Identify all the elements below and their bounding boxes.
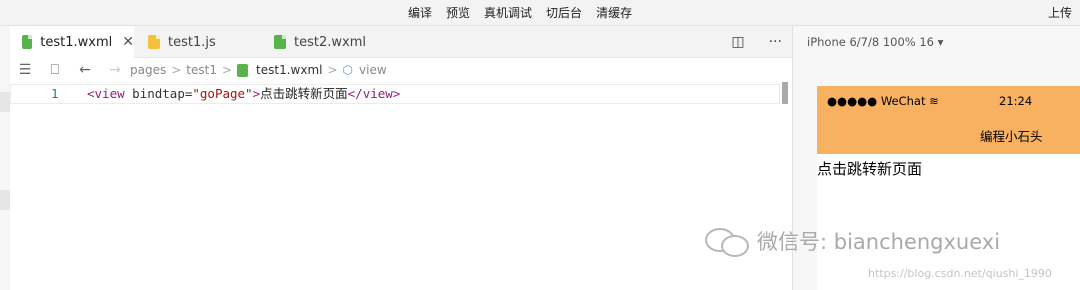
line-number: 1 (51, 86, 59, 101)
code-editor: test1.wxml ✕ test1.js test2.wxml ◫ ··· ☰… (10, 26, 792, 290)
tab-label: test2.wxml (294, 34, 366, 50)
tab-tools: ◫ ··· (731, 26, 782, 58)
code-end-tag: </view> (347, 86, 401, 101)
code-text-content: 点击跳转新页面 (260, 86, 348, 101)
breadcrumb-separator: > (221, 63, 233, 77)
tab-label: test1.js (168, 34, 216, 50)
wifi-icon: ≋ (929, 94, 939, 108)
wechat-watermark: 微信号: bianchengxuexi (705, 226, 1001, 257)
background-button[interactable]: 切后台 (546, 0, 582, 26)
code-text[interactable]: <view bindtap="goPage">点击跳转新页面</view> (87, 85, 400, 103)
wxml-file-icon (274, 35, 286, 49)
top-toolbar: 编译 预览 真机调试 切后台 清缓存 上传 (0, 0, 1080, 26)
page-title: 编程小石头 (980, 129, 1043, 144)
bookmark-icon[interactable]: ⎕ (40, 62, 70, 78)
scrollbar-marker[interactable] (782, 82, 788, 104)
wxml-file-icon (237, 63, 249, 77)
editor-tab-bar: test1.wxml ✕ test1.js test2.wxml ◫ ··· (10, 26, 792, 58)
left-edge-highlight (0, 92, 10, 112)
js-file-icon (148, 35, 160, 49)
status-time: 21:24 (999, 94, 1033, 108)
split-editor-icon[interactable]: ◫ (731, 34, 744, 50)
csdn-watermark: https://blog.csdn.net/qiushi_1990 (868, 267, 1052, 280)
upload-button[interactable]: 上传 (1048, 0, 1072, 26)
close-icon[interactable]: ✕ (122, 34, 134, 50)
breadcrumb-item[interactable]: test1 (186, 63, 217, 77)
go-page-text[interactable]: 点击跳转新页面 (817, 158, 922, 179)
wechat-icon (705, 226, 749, 257)
signal-text: ●●●●● WeChat (827, 94, 926, 108)
device-selector[interactable]: iPhone 6/7/8 100% 16 ▾ (807, 26, 943, 58)
tab-test2-wxml[interactable]: test2.wxml (262, 26, 386, 58)
watermark-text: 微信号: bianchengxuexi (757, 230, 1001, 254)
forward-arrow-icon[interactable]: → (100, 62, 130, 78)
breadcrumb-item[interactable]: view (359, 63, 387, 77)
left-edge-highlight (0, 190, 10, 210)
signal-status: ●●●●● WeChat ≋ (827, 94, 939, 108)
code-tag-close: > (252, 86, 261, 101)
breadcrumb-separator: > (327, 63, 338, 77)
outline-icon[interactable]: ☰ (10, 62, 40, 78)
chat-bubble-icon (721, 235, 749, 257)
tab-test1-js[interactable]: test1.js (136, 26, 260, 58)
breadcrumb-item[interactable]: pages (130, 63, 166, 77)
clear-cache-button[interactable]: 清缓存 (596, 0, 632, 26)
wxml-file-icon (22, 35, 33, 49)
breadcrumb-item[interactable]: test1.wxml (256, 63, 322, 77)
toolbar-menu: 编译 预览 真机调试 切后台 清缓存 (408, 0, 632, 26)
cube-icon: ⬡ (342, 63, 354, 77)
back-arrow-icon[interactable]: ← (70, 62, 100, 78)
phone-simulator: ●●●●● WeChat ≋ 21:24 编程小石头 点击跳转新页面 (817, 86, 1080, 290)
remote-debug-button[interactable]: 真机调试 (484, 0, 532, 26)
code-open-tag: <view (87, 86, 125, 101)
tab-label: test1.wxml (40, 34, 113, 50)
preview-button[interactable]: 预览 (446, 0, 470, 26)
compile-button[interactable]: 编译 (408, 0, 432, 26)
code-attribute-value: "goPage" (192, 86, 253, 101)
phone-navbar: ●●●●● WeChat ≋ 21:24 编程小石头 (817, 86, 1080, 154)
more-icon[interactable]: ··· (769, 34, 782, 50)
left-activity-edge (0, 26, 10, 290)
breadcrumb-separator: > (171, 63, 182, 77)
code-line[interactable]: 1 <view bindtap="goPage">点击跳转新页面</view> (10, 84, 780, 104)
tab-test1-wxml[interactable]: test1.wxml ✕ (10, 26, 134, 58)
code-attribute: bindtap= (124, 86, 193, 101)
breadcrumb: ☰ ⎕ ← → pages > test1 > test1.wxml > ⬡ v… (10, 58, 792, 82)
